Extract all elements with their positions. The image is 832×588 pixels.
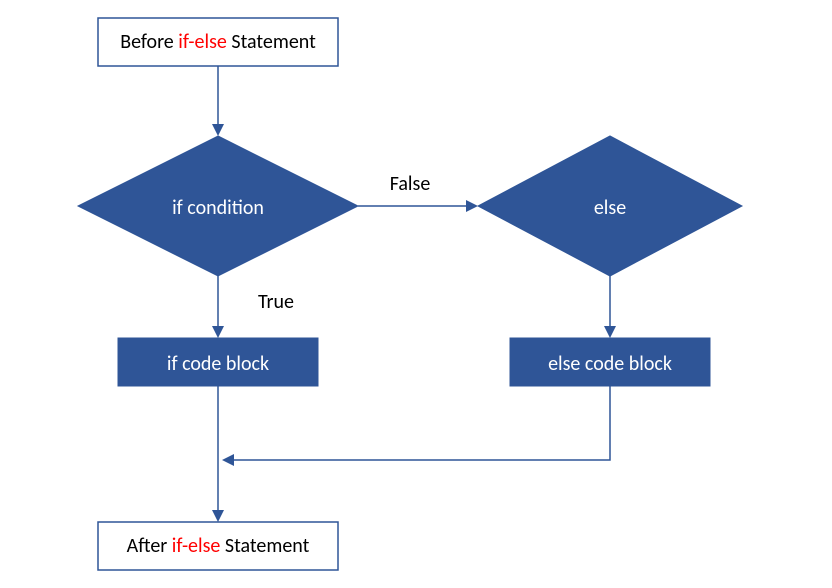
before-post: Statement	[227, 30, 316, 54]
true-label: True	[258, 290, 294, 314]
else-block-label: else code block	[548, 352, 672, 376]
else-label: else	[594, 196, 626, 220]
edge-else-down	[604, 276, 616, 338]
svg-text:Before if-else Statement: Before if-else Statement	[120, 30, 316, 54]
edge-if-to-after	[212, 386, 224, 522]
edge-condition-true: True	[212, 276, 294, 338]
before-kw: if-else	[178, 30, 227, 54]
if-condition-label: if condition	[172, 196, 264, 220]
after-post: Statement	[220, 534, 309, 558]
edge-before-to-condition	[212, 66, 224, 136]
node-if-condition: if condition	[78, 136, 358, 276]
svg-text:After if-else Statement: After if-else Statement	[127, 534, 310, 558]
node-else-block: else code block	[510, 338, 710, 386]
edge-else-merge	[222, 386, 610, 466]
false-label: False	[390, 172, 431, 196]
node-else: else	[478, 136, 742, 276]
node-after: After if-else Statement	[98, 522, 338, 570]
if-block-label: if code block	[167, 352, 269, 376]
after-kw: if-else	[172, 534, 221, 558]
node-if-block: if code block	[118, 338, 318, 386]
after-pre: After	[127, 534, 172, 558]
edge-condition-false: False	[358, 172, 478, 212]
before-pre: Before	[120, 30, 178, 54]
node-before: Before if-else Statement	[98, 18, 338, 66]
